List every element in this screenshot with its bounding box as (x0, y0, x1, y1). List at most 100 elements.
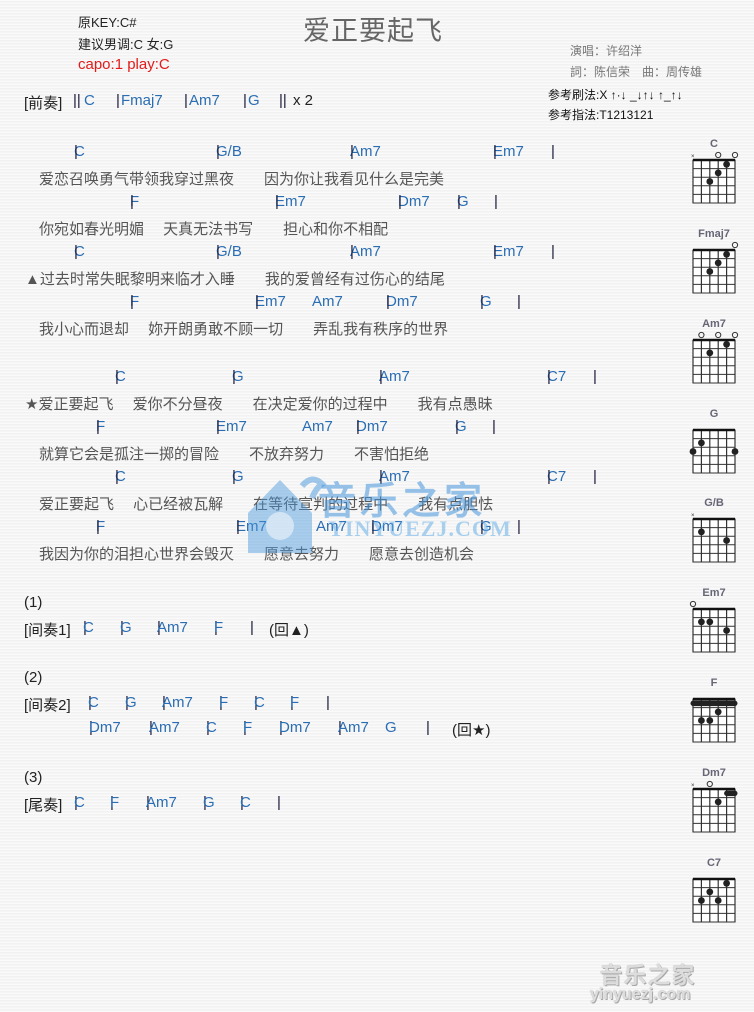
bar-line: | (350, 143, 354, 160)
finger-dot (723, 160, 730, 168)
bar-line: | (426, 719, 430, 736)
section-label: [间奏1] (24, 622, 71, 639)
chord-label: Dm7 (279, 719, 311, 736)
bar-line: | (379, 368, 383, 385)
finger-dot (706, 178, 714, 185)
fretboard (692, 429, 736, 474)
chord-label: Em7 (255, 293, 286, 310)
open-string-marker (731, 331, 739, 339)
chord-label: G (125, 694, 137, 711)
bar-line: | (184, 92, 188, 109)
interlude-2-line-1: [间奏2] | C | G | Am7 | F | C | F | (0, 694, 680, 719)
chord-line: | C | G/B | Am7 | Em7 | (0, 243, 680, 268)
fretboard-grid (692, 241, 739, 294)
chord-label: Am7 (379, 468, 410, 485)
chord-label: Am7 (162, 694, 193, 711)
lyric-line: 爱正要起飞 心已经被瓦解 在等待宣判的过程中 我有点胆怯 (0, 493, 680, 518)
chord-diagram-dm7: Dm7 × (684, 767, 744, 847)
site-logo: 音乐之家 yinyuezj.com (590, 958, 750, 1008)
lyric-text: ▲过去时常失眠黎明来临才入睡 我的爱曾经有过伤心的结尾 (25, 271, 445, 288)
finger-dot (698, 439, 705, 447)
bar-line: | (480, 518, 484, 535)
chord-line: | F | Em7 Am7 | Dm7 | G | (0, 418, 680, 443)
bar-line: | (326, 694, 330, 711)
chord-diagram-c7: C7 (684, 857, 744, 937)
bar-line: | (96, 418, 100, 435)
finger-dot (706, 717, 714, 724)
bar-line: | (593, 468, 597, 485)
bar-line: | (480, 293, 484, 310)
bar-line: | (216, 418, 220, 435)
section-label-prelude: [前奏] (24, 95, 63, 112)
bar-line: | (130, 293, 134, 310)
capo-info: capo:1 play:C (78, 56, 170, 73)
bar-line: | (386, 293, 390, 310)
interlude-1-line: [间奏1] | C | G | Am7 | F | (回▲) (0, 619, 680, 644)
muted-string-marker: × (691, 513, 695, 519)
finger-dot (714, 798, 722, 806)
finger-dot (698, 717, 705, 724)
chord-line: | F | Em7 Am7 | Dm7 | G | (0, 518, 680, 543)
bar-line: || (279, 92, 287, 109)
finger-dot (723, 627, 730, 634)
fretboard-grid (692, 877, 736, 923)
bar-line: | (216, 143, 220, 160)
fretboard-grid (689, 600, 736, 653)
chord-label: Dm7 (398, 193, 430, 210)
bar-line: | (277, 794, 281, 811)
bar-line: | (116, 92, 120, 109)
singer-credit: 演唱：许绍洋 (570, 44, 643, 58)
chord-label: Am7 (146, 794, 177, 811)
bar-line: || (73, 92, 81, 109)
section-marker: (1) (24, 594, 43, 611)
bar-line: | (232, 468, 236, 485)
chord-label: Am7 (312, 293, 343, 310)
chord-line: | C | G | Am7 | C7 | (0, 368, 680, 393)
bar-line: | (350, 243, 354, 260)
chord-label: F (110, 794, 120, 811)
chord-label: C (88, 694, 99, 711)
finger-dot (714, 897, 722, 904)
finger-dot (706, 618, 714, 626)
chord-label: Dm7 (386, 293, 418, 310)
repeat-count: x 2 (293, 92, 314, 109)
chord-label: Am7 (379, 368, 410, 385)
chord-diagram-c: C × (684, 138, 744, 218)
finger-dot (706, 349, 714, 357)
chord-label: Em7 (493, 243, 524, 260)
chord-diagram-g-b: G/B × (684, 497, 744, 577)
section-marker: (3) (24, 769, 43, 786)
chord-diagram-em7: Em7 (684, 587, 744, 667)
fretboard-grid (689, 428, 739, 474)
repeat-instruction: (回▲) (269, 622, 309, 639)
chord-label: Am7 (350, 143, 381, 160)
finger-dot (689, 448, 697, 455)
chord-diagram-am7: Am7 (684, 318, 744, 398)
fretboard-grid (690, 697, 738, 743)
bar-line: | (398, 193, 402, 210)
lyric-text: 爱恋召唤勇气带领我穿过黑夜 因为你让我看见什么是完美 (39, 171, 445, 188)
fretboard-grid (692, 331, 739, 384)
lyric-line: 我小心而退却 妳开朗勇敢不顾一切 弄乱我有秩序的世界 (0, 318, 680, 343)
barre (724, 790, 738, 797)
bar-line: | (356, 418, 360, 435)
bar-line: | (493, 243, 497, 260)
lyric-text: 我小心而退却 妳开朗勇敢不顾一切 弄乱我有秩序的世界 (39, 321, 449, 338)
chord-label: Dm7 (356, 418, 388, 435)
finger-dot (698, 528, 705, 536)
chord-label: C (206, 719, 217, 736)
fretboard-grid: × (691, 513, 736, 563)
bar-line: | (74, 243, 78, 260)
chord-label: Am7 (189, 92, 220, 109)
original-key: 原KEY:C# (78, 15, 137, 30)
bar-line: | (455, 418, 459, 435)
chord-label: F (290, 694, 300, 711)
lyric-line: 爱恋召唤勇气带领我穿过黑夜 因为你让我看见什么是完美 (0, 168, 680, 193)
lyric-text: 我因为你的泪担心世界会毁灭 愿意去努力 愿意去创造机会 (39, 546, 475, 563)
bar-line: | (275, 193, 279, 210)
chord-line: | C | G/B | Am7 | Em7 | (0, 143, 680, 168)
lyric-text: ★爱正要起飞 爱你不分昼夜 在决定爱你的过程中 我有点愚昧 (25, 396, 493, 413)
finger-dot (723, 537, 730, 544)
chord-label: Am7 (302, 418, 333, 435)
chord-diagram-f: F (684, 677, 744, 757)
